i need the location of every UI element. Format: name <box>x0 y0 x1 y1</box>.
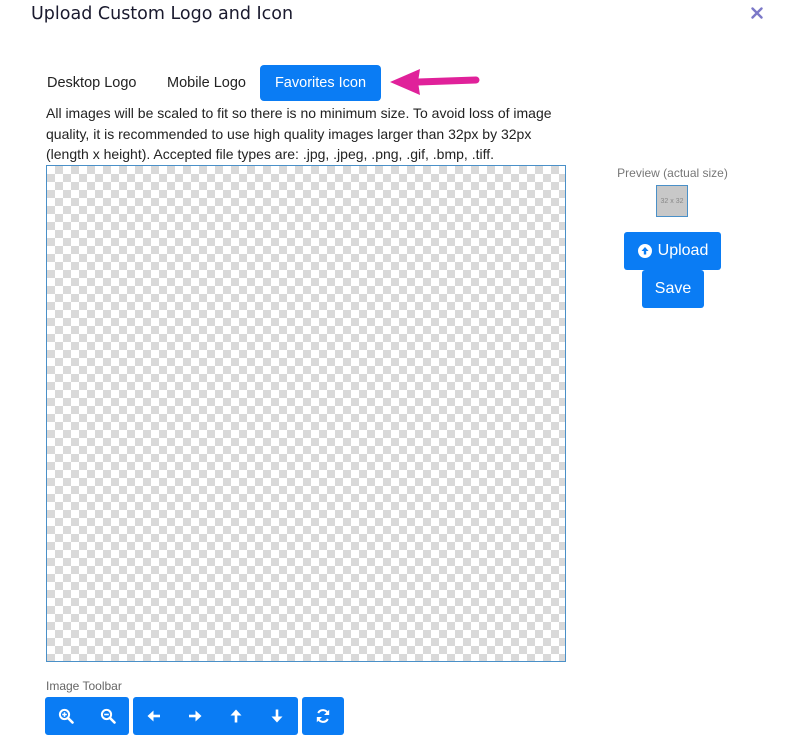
arrow-down-icon <box>271 709 283 723</box>
annotation-arrow-icon <box>390 69 480 95</box>
rotate-icon <box>316 709 330 723</box>
upload-button[interactable]: Upload <box>624 232 721 270</box>
tab-mobile-logo[interactable]: Mobile Logo <box>167 65 246 101</box>
close-button[interactable] <box>749 5 765 21</box>
arrow-right-icon <box>188 710 202 722</box>
move-left-button[interactable] <box>133 697 174 735</box>
upload-circle-icon <box>637 244 652 258</box>
save-button-label: Save <box>654 280 692 297</box>
move-group <box>133 697 298 735</box>
arrow-left-icon <box>147 710 160 722</box>
image-canvas[interactable] <box>46 165 566 662</box>
zoom-out-button[interactable] <box>87 697 129 735</box>
tab-favorites-icon[interactable]: Favorites Icon <box>260 65 381 101</box>
save-button[interactable]: Save <box>642 270 704 308</box>
reset-group <box>302 697 344 735</box>
upload-instructions: All images will be scaled to fit so ther… <box>46 105 552 162</box>
move-up-button[interactable] <box>216 697 257 735</box>
upload-button-label: Upload <box>657 242 709 259</box>
close-icon <box>751 7 763 19</box>
zoom-in-icon <box>58 708 74 724</box>
preview-label: Preview (actual size) <box>617 166 728 180</box>
dialog-title: Upload Custom Logo and Icon <box>31 4 294 24</box>
zoom-out-icon <box>100 708 116 724</box>
tab-desktop-logo[interactable]: Desktop Logo <box>47 65 136 101</box>
icon-preview: 32 x 32 <box>656 185 688 217</box>
toolbar-label: Image Toolbar <box>46 679 122 693</box>
zoom-in-button[interactable] <box>45 697 87 735</box>
preview-placeholder: 32 x 32 <box>660 197 684 205</box>
zoom-group <box>45 697 129 735</box>
move-right-button[interactable] <box>174 697 215 735</box>
move-down-button[interactable] <box>257 697 298 735</box>
reset-button[interactable] <box>302 697 344 735</box>
arrow-up-icon <box>230 709 242 723</box>
